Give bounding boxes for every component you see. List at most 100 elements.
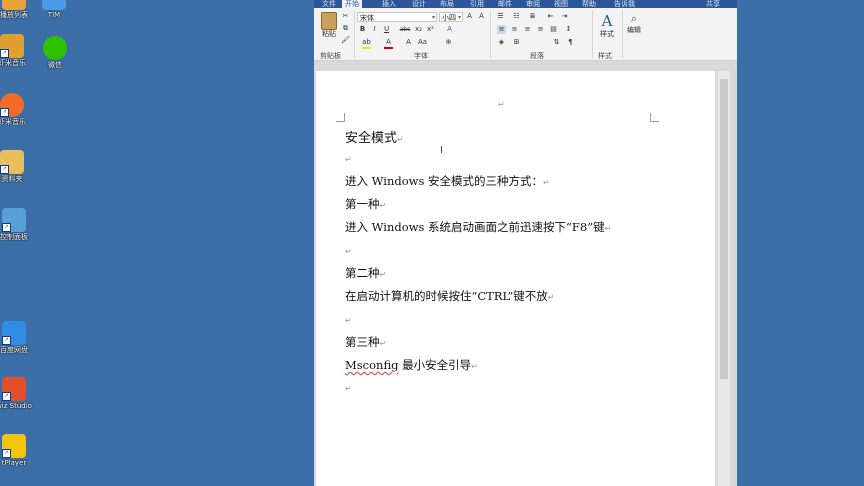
distributed-icon[interactable]: ▤: [549, 25, 558, 34]
font-name-value: 宋体: [360, 14, 374, 22]
desktop-icon-wechat[interactable]: 微信: [35, 36, 75, 70]
paste-label: 粘贴: [322, 30, 336, 38]
change-case-icon[interactable]: Aa: [418, 38, 427, 47]
desktop-icon-label: 控制面板: [0, 233, 28, 241]
italic-button[interactable]: I: [370, 25, 379, 34]
paragraph-mark: ↵: [547, 293, 555, 302]
paragraph: 第三种↵: [345, 334, 386, 350]
paragraph: 进入 Windows 安全模式的三种方式：↵: [345, 173, 550, 189]
underline-button[interactable]: U: [382, 25, 391, 34]
highlight-icon[interactable]: ab: [362, 38, 371, 49]
paragraph-mark: ↵: [604, 224, 612, 233]
paragraph-mark: ↵: [345, 247, 352, 256]
clear-format-icon[interactable]: A: [477, 12, 486, 21]
styles-group-label: 样式: [598, 52, 612, 60]
bold-button[interactable]: B: [358, 25, 367, 34]
subscript-button[interactable]: x₂: [414, 25, 423, 34]
align-right-icon[interactable]: ≡: [523, 25, 532, 34]
group-divider: [490, 10, 491, 58]
decrease-indent-icon[interactable]: ⇤: [546, 12, 555, 21]
desktop-icon-xiami[interactable]: ↗ 虾米音乐: [0, 34, 32, 68]
wechat-icon: [43, 36, 67, 60]
grow-font-icon[interactable]: A: [465, 12, 474, 21]
paragraph: Msconfig 最小安全引导↵: [345, 357, 478, 373]
desktop-icon-label: 播放列表: [0, 11, 28, 19]
xiami-music-icon: ↗: [0, 34, 24, 58]
sort-icon[interactable]: ⇅: [552, 38, 561, 47]
tab-home[interactable]: 开始: [342, 0, 362, 8]
strikethrough-button[interactable]: abc: [398, 25, 412, 34]
group-divider: [592, 10, 593, 58]
word-window: 文件 开始 插入 设计 布局 引用 邮件 审阅 视图 帮助 告诉我 共享 粘贴 …: [314, 0, 737, 486]
group-divider: [354, 10, 355, 58]
font-group-label: 字体: [414, 52, 428, 60]
paragraph-text: 第三种: [345, 335, 380, 349]
align-center-icon[interactable]: ≡: [510, 25, 519, 34]
cut-icon[interactable]: ✂: [341, 12, 350, 21]
desktop-icon-label: 虾米音乐: [0, 118, 26, 126]
multilevel-list-icon[interactable]: ≣: [528, 12, 537, 21]
increase-indent-icon[interactable]: ⇥: [560, 12, 569, 21]
shrink-font-icon[interactable]: A: [404, 38, 413, 47]
shading-icon[interactable]: ◈: [497, 38, 506, 47]
shortcut-arrow-icon: ↗: [2, 449, 11, 458]
wiz-studio-icon: ↗: [2, 377, 26, 401]
paste-button[interactable]: 粘贴: [319, 12, 339, 38]
paragraph-text: 第二种: [345, 266, 380, 280]
borders-icon[interactable]: ⊞: [512, 38, 521, 47]
ribbon: 粘贴 ✂ ⧉ 🖌 剪贴板 宋体 ▾ 小四 ▾ A A B I U abc x₂ x²…: [314, 8, 737, 61]
line-spacing-icon[interactable]: ↕: [564, 25, 573, 34]
paragraph-text: 第一种: [345, 197, 380, 211]
font-color-icon[interactable]: A: [384, 38, 393, 49]
format-painter-icon[interactable]: 🖌: [341, 36, 350, 45]
paragraph: 在启动计算机的时候按住“CTRL”键不放↵: [345, 288, 554, 304]
spelling-error-word[interactable]: Msconfig: [345, 358, 398, 372]
desktop-icon-baidu-pan[interactable]: ↗ 百度网盘: [0, 321, 34, 355]
editing-button[interactable]: ⌕ 编辑: [625, 12, 643, 34]
styles-icon: A: [601, 12, 613, 30]
copy-icon[interactable]: ⧉: [341, 24, 350, 33]
bullets-icon[interactable]: ☰: [496, 12, 505, 21]
shortcut-arrow-icon: ↗: [2, 223, 11, 232]
desktop-icon-label: 资料夹: [1, 175, 23, 183]
desktop-icon-xiami-2[interactable]: ↗ 虾米音乐: [0, 93, 32, 127]
paragraph-mark: ↵: [543, 178, 550, 187]
crop-mark: [336, 113, 345, 122]
desktop-icon-potplayer[interactable]: ↗ tPlayer: [0, 434, 34, 468]
desktop-icon-wiz-studio[interactable]: ↗ wiz Studio: [0, 377, 34, 411]
scrollbar-thumb[interactable]: [720, 79, 728, 379]
desktop-icon-control-panel[interactable]: ↗ 控制面板: [0, 208, 34, 242]
align-left-icon[interactable]: ≡: [497, 25, 506, 34]
font-name-combo[interactable]: 宋体 ▾: [357, 12, 437, 22]
styles-button[interactable]: A 样式: [596, 12, 618, 38]
folder-icon: ↗: [0, 150, 24, 174]
desktop-icon-playlist[interactable]: 播放列表: [0, 0, 34, 20]
shortcut-arrow-icon: ↗: [2, 392, 11, 401]
show-marks-icon[interactable]: ¶: [566, 38, 575, 47]
paragraph-text: 进入 Windows 系统启动画面之前迅速按下“F8”键: [345, 220, 605, 234]
paragraph: 进入 Windows 系统启动画面之前迅速按下“F8”键↵: [345, 219, 611, 235]
paragraph-mark: ↵: [397, 135, 404, 144]
document-page[interactable]: ↵ 安全模式↵ I ↵ 进入 Windows 安全模式的三种方式：↵ 第一种↵ …: [316, 71, 715, 486]
desktop-icon-folder[interactable]: ↗ 资料夹: [0, 150, 32, 184]
desktop-icon-tim[interactable]: TIM: [34, 0, 74, 20]
desktop-icon-label: 微信: [48, 61, 62, 69]
paragraph-group-label: 段落: [530, 52, 544, 60]
justify-icon[interactable]: ≡: [536, 25, 545, 34]
superscript-button[interactable]: x²: [426, 25, 435, 34]
shortcut-arrow-icon: ↗: [0, 165, 9, 174]
font-size-combo[interactable]: 小四 ▾: [439, 12, 463, 22]
numbering-icon[interactable]: ☷: [512, 12, 521, 21]
desktop-icon-label: tPlayer: [1, 459, 27, 467]
styles-label: 样式: [600, 30, 614, 38]
crop-mark: [650, 113, 659, 122]
chevron-down-icon: ▾: [457, 14, 461, 21]
search-icon: ⌕: [630, 12, 638, 25]
enclose-char-icon[interactable]: ⊕: [444, 38, 453, 47]
vertical-scrollbar[interactable]: [718, 71, 730, 486]
desktop-icon-label: 百度网盘: [0, 346, 28, 354]
text-effects-icon[interactable]: A: [445, 25, 454, 34]
paragraph-text: 进入 Windows 安全模式的三种方式：: [345, 174, 544, 188]
desktop-icon-label: wiz Studio: [0, 402, 32, 410]
editing-label: 编辑: [627, 26, 641, 34]
